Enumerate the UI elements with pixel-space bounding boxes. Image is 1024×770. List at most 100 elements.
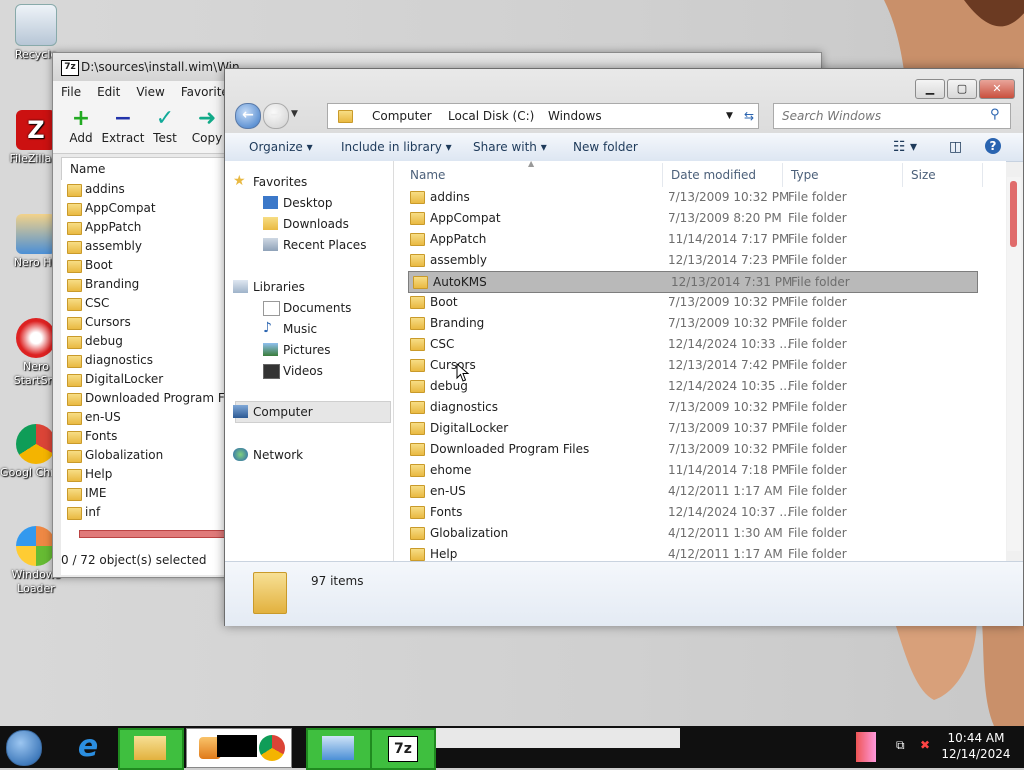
table-row[interactable]: en-US 4/12/2011 1:17 AM File folder (406, 481, 974, 501)
table-row[interactable]: AppCompat 7/13/2009 8:20 PM File folder (406, 208, 974, 228)
recent-pages-chevron-icon[interactable]: ▼ (291, 109, 298, 119)
list-item[interactable]: Globalization (61, 446, 239, 465)
table-row[interactable]: Branding 7/13/2009 10:32 PM File folder (406, 313, 974, 333)
taskbar-media-chrome-group[interactable] (186, 728, 292, 768)
address-dropdown-icon[interactable]: ▼ (726, 104, 733, 128)
address-bar[interactable]: Computer Local Disk (C:) Windows ▼ ⇆ (327, 103, 759, 129)
list-item[interactable]: Cursors (61, 313, 239, 332)
7zip-scrollbar[interactable] (79, 530, 231, 538)
column-type[interactable]: Type (791, 167, 819, 183)
help-icon[interactable]: ? (985, 138, 1001, 154)
nav-network[interactable]: Network (233, 446, 303, 464)
list-item[interactable]: Branding (61, 275, 239, 294)
list-item[interactable]: Boot (61, 256, 239, 275)
table-row[interactable]: AutoKMS 12/13/2014 7:31 PM File folder (408, 271, 978, 293)
forward-button[interactable]: → (263, 103, 289, 129)
nav-libraries[interactable]: Libraries (233, 278, 305, 296)
include-in-library-button[interactable]: Include in library ▾ (341, 133, 452, 161)
nav-documents[interactable]: Documents (263, 299, 351, 317)
nav-music[interactable]: ♪ Music (263, 320, 317, 338)
search-icon[interactable]: ⚲ (990, 107, 1000, 122)
breadcrumb-windows[interactable]: Windows (548, 104, 602, 128)
search-input[interactable] (780, 105, 984, 127)
column-date-modified[interactable]: Date modified (671, 167, 756, 183)
list-item[interactable]: DigitalLocker (61, 370, 239, 389)
taskbar-control-panel[interactable] (306, 728, 372, 770)
nav-videos[interactable]: Videos (263, 362, 323, 380)
7zip-column-name[interactable]: Name (61, 157, 241, 181)
menu-view[interactable]: View (128, 81, 172, 103)
organize-button[interactable]: Organize ▾ (249, 133, 313, 161)
view-options-icon[interactable]: ☷ ▾ (893, 133, 917, 161)
taskbar-explorer[interactable] (118, 728, 184, 770)
network-tray-icon[interactable]: ⧉ (896, 738, 912, 754)
table-row[interactable]: Boot 7/13/2009 10:32 PM File folder (406, 292, 974, 312)
nav-computer[interactable]: Computer (233, 403, 313, 421)
nav-desktop[interactable]: Desktop (263, 194, 333, 212)
nav-pictures[interactable]: Pictures (263, 341, 331, 359)
menu-file[interactable]: File (53, 81, 89, 103)
table-row[interactable]: Cursors 12/13/2014 7:42 PM File folder (406, 355, 974, 375)
back-button[interactable]: ← (235, 103, 261, 129)
table-row[interactable]: Downloaded Program Files 7/13/2009 10:32 … (406, 439, 974, 459)
refresh-icon[interactable]: ⇆ (744, 104, 754, 128)
vertical-scrollbar[interactable] (1007, 177, 1021, 551)
test-button[interactable]: ✓ Test (143, 106, 187, 146)
table-row[interactable]: AppPatch 11/14/2014 7:17 PM File folder (406, 229, 974, 249)
internet-explorer-icon[interactable]: e (70, 730, 106, 764)
list-item[interactable]: AppCompat (61, 199, 239, 218)
file-list[interactable]: Name ▲ Date modified Type Size addins 7/1… (394, 161, 1006, 561)
table-row[interactable]: assembly 12/13/2014 7:23 PM File folder (406, 250, 974, 270)
list-item[interactable]: Help (61, 465, 239, 484)
explorer-titlebar[interactable]: ▁ ▢ ✕ ← → ▼ Computer Local Disk (C:) Win… (225, 69, 1023, 133)
add-button[interactable]: + Add (59, 107, 103, 146)
list-item[interactable]: assembly (61, 237, 239, 256)
start-button[interactable] (6, 730, 42, 766)
volume-muted-icon[interactable]: ✖ (920, 738, 936, 754)
list-item[interactable]: IME (61, 484, 239, 503)
close-button[interactable]: ✕ (979, 79, 1015, 99)
menu-edit[interactable]: Edit (89, 81, 128, 103)
list-item[interactable]: addins (61, 180, 239, 199)
extract-button[interactable]: − Extract (101, 107, 145, 146)
nav-downloads[interactable]: Downloads (263, 215, 349, 233)
explorer-window[interactable]: ▁ ▢ ✕ ← → ▼ Computer Local Disk (C:) Win… (224, 68, 1024, 626)
maximize-button[interactable]: ▢ (947, 79, 977, 99)
breadcrumb-local-disk[interactable]: Local Disk (C:) (448, 104, 534, 128)
column-size[interactable]: Size (911, 167, 936, 183)
list-item[interactable]: Fonts (61, 427, 239, 446)
nav-favorites[interactable]: ★ Favorites (233, 173, 307, 191)
list-item[interactable]: inf (61, 503, 239, 522)
table-row[interactable]: diagnostics 7/13/2009 10:32 PM File folder (406, 397, 974, 417)
preview-pane-icon[interactable]: ◫ (949, 133, 962, 161)
table-row[interactable]: debug 12/14/2024 10:35 ... File folder (406, 376, 974, 396)
list-item[interactable]: en-US (61, 408, 239, 427)
search-box[interactable]: ⚲ (773, 103, 1011, 129)
tray-indicator[interactable] (856, 732, 876, 762)
new-folder-button[interactable]: New folder (573, 133, 638, 161)
list-item[interactable]: Downloaded Program F... (61, 389, 239, 408)
table-row[interactable]: addins 7/13/2009 10:32 PM File folder (406, 187, 974, 207)
system-clock[interactable]: 10:44 AM 12/14/2024 (936, 730, 1016, 762)
folder-icon (67, 336, 82, 349)
share-with-button[interactable]: Share with ▾ (473, 133, 547, 161)
table-row[interactable]: ehome 11/14/2014 7:18 PM File folder (406, 460, 974, 480)
checkmark-icon: ✓ (155, 106, 175, 131)
nav-recent-places[interactable]: Recent Places (263, 236, 366, 254)
taskbar-7zip[interactable]: 7z (370, 728, 436, 770)
copy-button[interactable]: ➜ Copy (185, 107, 229, 146)
column-name[interactable]: Name (410, 167, 445, 183)
list-item[interactable]: debug (61, 332, 239, 351)
list-item[interactable]: CSC (61, 294, 239, 313)
table-row[interactable]: Fonts 12/14/2024 10:37 ... File folder (406, 502, 974, 522)
table-row[interactable]: Help 4/12/2011 1:17 AM File folder (406, 544, 974, 561)
table-row[interactable]: CSC 12/14/2024 10:33 ... File folder (406, 334, 974, 354)
scrollbar-thumb[interactable] (1010, 181, 1017, 247)
breadcrumb-computer[interactable]: Computer (372, 104, 432, 128)
list-item[interactable]: diagnostics (61, 351, 239, 370)
list-item[interactable]: AppPatch (61, 218, 239, 237)
table-row[interactable]: DigitalLocker 7/13/2009 10:37 PM File fold… (406, 418, 974, 438)
7zip-file-list[interactable]: addins AppCompat AppPatch assembly Boot Brand… (61, 180, 239, 575)
table-row[interactable]: Globalization 4/12/2011 1:30 AM File folde… (406, 523, 974, 543)
minimize-button[interactable]: ▁ (915, 79, 945, 99)
